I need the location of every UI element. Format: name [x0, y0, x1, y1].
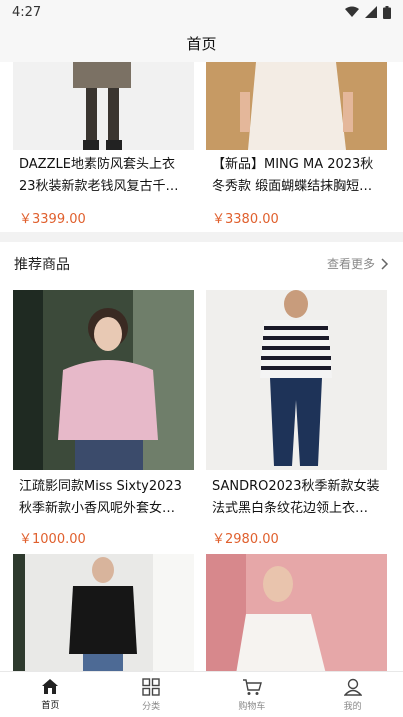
- product-image[interactable]: [206, 290, 387, 470]
- product-name[interactable]: DAZZLE地素防风套头上衣23秋装新款老钱风复古千…: [13, 150, 194, 202]
- section-divider: [0, 232, 403, 242]
- recommend-header: 推荐商品 查看更多: [0, 242, 403, 285]
- product-price: ￥3380.00: [212, 212, 279, 227]
- product-name[interactable]: SANDRO2023秋季新款女装法式黑白条纹花边领上衣…: [206, 470, 387, 522]
- product-price: ￥3399.00: [19, 212, 86, 227]
- home-scroll[interactable]: DAZZLE地素防风套头上衣23秋装新款老钱风复古千… ￥3399.00 【新品…: [0, 62, 403, 671]
- status-time: 4:27: [12, 4, 42, 20]
- page-title: 首页: [186, 34, 217, 53]
- tab-cart[interactable]: 购物车: [202, 672, 303, 717]
- product-card[interactable]: [13, 554, 194, 671]
- product-image[interactable]: [13, 290, 194, 470]
- tab-category[interactable]: 分类: [101, 672, 202, 717]
- product-image[interactable]: [13, 62, 194, 150]
- product-name[interactable]: 【新品】MING MA 2023秋冬秀款 缎面蝴蝶结抹胸短…: [206, 150, 387, 202]
- product-name[interactable]: 江疏影同款Miss Sixty2023秋季新款小香风呢外套女…: [13, 470, 194, 522]
- tab-label: 购物车: [238, 701, 266, 712]
- top-products-section: DAZZLE地素防风套头上衣23秋装新款老钱风复古千… ￥3399.00 【新品…: [0, 62, 403, 232]
- recommend-title: 推荐商品: [14, 256, 70, 273]
- tab-label: 我的: [343, 701, 362, 712]
- home-icon: [42, 679, 59, 694]
- status-bar: 4:27: [0, 0, 403, 24]
- product-image[interactable]: [13, 554, 194, 671]
- tab-mine[interactable]: 我的: [302, 672, 403, 717]
- wifi-icon: [345, 6, 359, 17]
- recommend-section: 推荐商品 查看更多 江疏影同款Miss Sixty2023秋季新款小香风呢外套女…: [0, 242, 403, 671]
- user-icon: [343, 678, 362, 696]
- signal-icon: [365, 6, 377, 18]
- cart-icon: [242, 678, 262, 695]
- battery-icon: [383, 5, 391, 19]
- product-card[interactable]: 江疏影同款Miss Sixty2023秋季新款小香风呢外套女… ￥1000.00: [13, 290, 194, 550]
- product-card[interactable]: SANDRO2023秋季新款女装法式黑白条纹花边领上衣… ￥2980.00: [206, 290, 387, 550]
- bottom-tab-bar: 首页 分类 购物车 我的: [0, 671, 403, 717]
- tab-home[interactable]: 首页: [0, 672, 101, 717]
- category-grid-icon: [142, 677, 160, 696]
- tab-label: 分类: [142, 701, 161, 712]
- tab-label: 首页: [41, 701, 60, 711]
- product-card[interactable]: DAZZLE地素防风套头上衣23秋装新款老钱风复古千… ￥3399.00: [13, 62, 194, 230]
- view-more-label: 查看更多: [326, 257, 375, 271]
- product-card[interactable]: [206, 554, 387, 671]
- product-image[interactable]: [206, 554, 387, 671]
- product-image[interactable]: [206, 62, 387, 150]
- product-card[interactable]: 【新品】MING MA 2023秋冬秀款 缎面蝴蝶结抹胸短… ￥3380.00: [206, 62, 387, 230]
- view-more-link[interactable]: 查看更多: [327, 255, 389, 272]
- nav-bar: 首页: [0, 24, 403, 62]
- product-price: ￥1000.00: [19, 532, 86, 547]
- product-price: ￥2980.00: [212, 532, 279, 547]
- chevron-right-icon: [381, 257, 389, 270]
